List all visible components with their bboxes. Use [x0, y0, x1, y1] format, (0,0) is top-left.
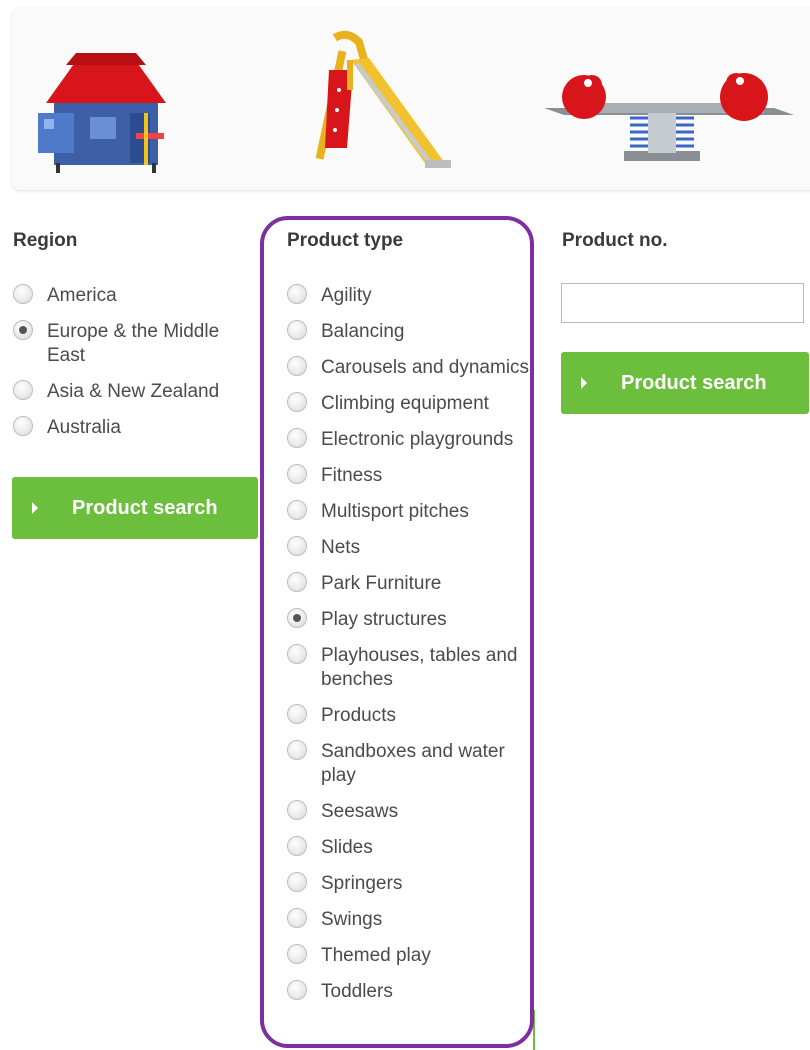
- radio-option[interactable]: Themed play: [287, 944, 535, 968]
- radio-option[interactable]: Asia & New Zealand: [13, 380, 258, 404]
- radio-button[interactable]: [287, 980, 307, 1000]
- radio-label: Sandboxes and water play: [321, 741, 505, 786]
- seesaw-image[interactable]: [544, 63, 794, 168]
- product-search-label: Product search: [72, 496, 218, 519]
- radio-option[interactable]: Springers: [287, 872, 535, 896]
- region-options: America Europe & the Middle East Asia & Ne…: [13, 284, 258, 452]
- radio-option[interactable]: Australia: [13, 416, 258, 440]
- radio-label: Asia & New Zealand: [47, 381, 220, 402]
- radio-option[interactable]: Park Furniture: [287, 572, 535, 596]
- radio-label: Balancing: [321, 321, 405, 342]
- radio-button[interactable]: [13, 380, 33, 400]
- radio-button[interactable]: [287, 536, 307, 556]
- radio-option[interactable]: Europe & the Middle East: [13, 320, 258, 368]
- region-product-search-button[interactable]: Product search: [12, 477, 258, 539]
- radio-option[interactable]: Products: [287, 704, 535, 728]
- radio-button[interactable]: [287, 800, 307, 820]
- radio-label: Agility: [321, 285, 372, 306]
- radio-label: Multisport pitches: [321, 501, 469, 522]
- radio-button[interactable]: [13, 284, 33, 304]
- radio-option[interactable]: Agility: [287, 284, 535, 308]
- radio-button[interactable]: [13, 416, 33, 436]
- radio-label: Carousels and dynamics: [321, 357, 530, 378]
- caret-right-icon: [32, 502, 38, 514]
- radio-button[interactable]: [287, 392, 307, 412]
- radio-button[interactable]: [287, 740, 307, 760]
- radio-option[interactable]: Toddlers: [287, 980, 535, 1004]
- radio-button[interactable]: [287, 284, 307, 304]
- product-search-label: Product search: [621, 371, 767, 394]
- radio-label: Australia: [47, 417, 121, 438]
- radio-label: Nets: [321, 537, 361, 558]
- radio-label: Seesaws: [321, 801, 399, 822]
- product-type-options: Agility Balancing Carousels and dynamics Cl…: [287, 284, 535, 1016]
- product-no-input[interactable]: [561, 283, 804, 323]
- radio-button[interactable]: [287, 944, 307, 964]
- radio-option[interactable]: Carousels and dynamics: [287, 356, 535, 380]
- radio-button[interactable]: [287, 908, 307, 928]
- radio-button[interactable]: [287, 644, 307, 664]
- radio-label: Products: [321, 705, 396, 726]
- radio-label: Springers: [321, 873, 403, 894]
- radio-option[interactable]: Nets: [287, 536, 535, 560]
- radio-label: Themed play: [321, 945, 431, 966]
- radio-label: Slides: [321, 837, 373, 858]
- radio-label: Fitness: [321, 465, 383, 486]
- radio-button[interactable]: [287, 356, 307, 376]
- caret-right-icon: [581, 377, 587, 389]
- playhouse-image[interactable]: [36, 53, 176, 173]
- radio-option[interactable]: Playhouses, tables and benches: [287, 644, 535, 692]
- radio-label: Europe & the Middle East: [47, 321, 220, 366]
- radio-label: America: [47, 285, 117, 306]
- radio-option[interactable]: Play structures: [287, 608, 535, 632]
- product-type-title: Product type: [287, 230, 404, 251]
- radio-option[interactable]: Seesaws: [287, 800, 535, 824]
- radio-option[interactable]: Multisport pitches: [287, 500, 535, 524]
- radio-label: Playhouses, tables and benches: [321, 645, 518, 690]
- radio-button[interactable]: [287, 704, 307, 724]
- radio-label: Swings: [321, 909, 383, 930]
- radio-button[interactable]: [287, 836, 307, 856]
- radio-button[interactable]: [287, 320, 307, 340]
- divider: [533, 1010, 535, 1050]
- radio-button[interactable]: [287, 500, 307, 520]
- radio-button[interactable]: [287, 572, 307, 592]
- radio-button[interactable]: [287, 464, 307, 484]
- radio-button[interactable]: [287, 872, 307, 892]
- radio-option[interactable]: America: [13, 284, 258, 308]
- radio-button[interactable]: [13, 320, 33, 340]
- radio-option[interactable]: Electronic playgrounds: [287, 428, 535, 452]
- radio-option[interactable]: Slides: [287, 836, 535, 860]
- radio-button[interactable]: [287, 428, 307, 448]
- radio-label: Electronic playgrounds: [321, 429, 514, 450]
- product-banner: [12, 8, 810, 190]
- radio-label: Park Furniture: [321, 573, 442, 594]
- product-no-search-button[interactable]: Product search: [561, 352, 809, 414]
- radio-label: Climbing equipment: [321, 393, 489, 414]
- region-title: Region: [13, 230, 78, 251]
- radio-option[interactable]: Balancing: [287, 320, 535, 344]
- radio-button[interactable]: [287, 608, 307, 628]
- radio-option[interactable]: Swings: [287, 908, 535, 932]
- slide-image[interactable]: [307, 30, 457, 180]
- radio-option[interactable]: Climbing equipment: [287, 392, 535, 416]
- radio-label: Play structures: [321, 609, 447, 630]
- radio-option[interactable]: Sandboxes and water play: [287, 740, 535, 788]
- radio-option[interactable]: Fitness: [287, 464, 535, 488]
- radio-label: Toddlers: [321, 981, 393, 1002]
- product-no-title: Product no.: [562, 230, 668, 251]
